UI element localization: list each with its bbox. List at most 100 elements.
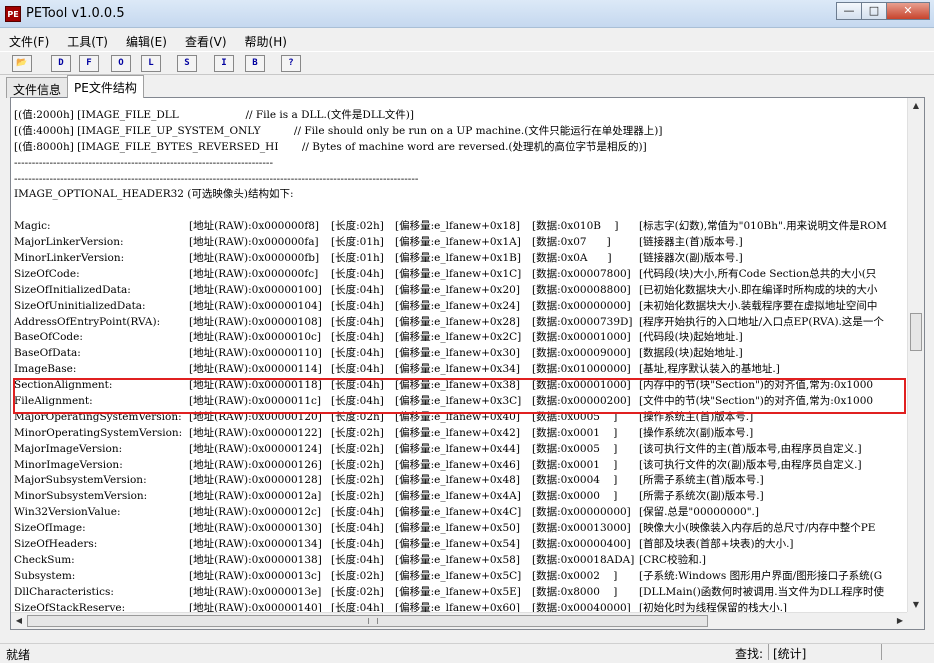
toolbar-o-button[interactable]: O bbox=[111, 55, 131, 72]
pe-structure-viewer[interactable]: [(值:2000h] [IMAGE_FILE_DLL // File is a … bbox=[10, 97, 925, 630]
field-row[interactable]: MajorSubsystemVersion: [地址(RAW):0x0000012… bbox=[14, 473, 906, 489]
field-row[interactable]: MinorOperatingSystemVersion: [地址(RAW):0x0… bbox=[14, 426, 906, 442]
menu-edit[interactable]: 编辑(E) bbox=[117, 30, 176, 50]
raw-address: [地址(RAW):0x0000012c] bbox=[189, 506, 322, 519]
field-row[interactable]: MinorLinkerVersion: [地址(RAW):0x000000fb] [… bbox=[14, 251, 906, 267]
horizontal-scrollbar[interactable]: ◀ ▶ bbox=[11, 612, 908, 629]
scroll-down-arrow-icon[interactable]: ▼ bbox=[908, 597, 924, 613]
field-description: [子系统:Windows 图形用户界面/图形接口子系统(G bbox=[639, 569, 883, 582]
field-row[interactable]: DllCharacteristics: [地址(RAW):0x0000013e] [… bbox=[14, 585, 906, 601]
field-row[interactable]: MajorImageVersion: [地址(RAW):0x00000124] [长… bbox=[14, 442, 906, 458]
field-row[interactable]: BaseOfData: [地址(RAW):0x00000110] [长度:04h] [… bbox=[14, 346, 906, 362]
field-row[interactable]: MajorLinkerVersion: [地址(RAW):0x000000fa] [… bbox=[14, 235, 906, 251]
search-status-value: [统计] bbox=[773, 647, 807, 661]
minimize-button[interactable]: — bbox=[836, 2, 862, 20]
raw-address: [地址(RAW):0x00000120] bbox=[189, 410, 322, 423]
vertical-scroll-thumb[interactable] bbox=[910, 313, 922, 351]
text-line: IMAGE_OPTIONAL_HEADER32 (可选映像头)结构如下: bbox=[14, 188, 294, 201]
toolbar: 📂 D F O L S I B ? bbox=[0, 51, 934, 75]
field-value: [数据:0x8000 ] bbox=[532, 585, 618, 598]
field-row[interactable]: MinorSubsystemVersion: [地址(RAW):0x0000012… bbox=[14, 489, 906, 505]
field-description: [保留.总是"00000000".] bbox=[639, 506, 759, 519]
field-value: [数据:0x01000000] bbox=[532, 363, 631, 376]
field-name: MinorLinkerVersion: bbox=[14, 252, 125, 265]
text-line: [(值:8000h] [IMAGE_FILE_BYTES_REVERSED_HI… bbox=[14, 140, 647, 153]
open-folder-icon[interactable]: 📂 bbox=[12, 55, 32, 72]
close-button[interactable]: ✕ bbox=[886, 2, 930, 20]
field-value: [数据:0x0005 ] bbox=[532, 442, 618, 455]
menu-help[interactable]: 帮助(H) bbox=[236, 30, 296, 50]
field-row[interactable]: FileAlignment: [地址(RAW):0x0000011c] [长度:04… bbox=[14, 394, 906, 410]
vertical-scrollbar[interactable]: ▲ ▼ bbox=[907, 98, 924, 613]
raw-address: [地址(RAW):0x0000011c] bbox=[189, 395, 322, 408]
field-value: [数据:0x0001 ] bbox=[532, 458, 618, 471]
menu-view[interactable]: 查看(V) bbox=[176, 30, 236, 50]
field-offset: [偏移量:e_lfanew+0x28] bbox=[395, 315, 520, 328]
field-offset: [偏移量:e_lfanew+0x44] bbox=[395, 442, 520, 455]
field-length: [长度:04h] bbox=[331, 506, 384, 519]
toolbar-s-button[interactable]: S bbox=[177, 55, 197, 72]
toolbar-d-button[interactable]: D bbox=[51, 55, 71, 72]
field-row[interactable]: Magic: [地址(RAW):0x000000f8] [长度:02h] [偏移量:e… bbox=[14, 219, 906, 235]
toolbar-l-button[interactable]: L bbox=[141, 55, 161, 72]
scroll-left-arrow-icon[interactable]: ◀ bbox=[11, 613, 27, 629]
toolbar-f-button[interactable]: F bbox=[79, 55, 99, 72]
field-offset: [偏移量:e_lfanew+0x24] bbox=[395, 299, 520, 312]
field-name: Magic: bbox=[14, 220, 51, 233]
field-row[interactable]: SizeOfInitializedData: [地址(RAW):0x0000010… bbox=[14, 283, 906, 299]
field-offset: [偏移量:e_lfanew+0x3C] bbox=[395, 395, 522, 408]
raw-address: [地址(RAW):0x0000013e] bbox=[189, 585, 322, 598]
tab-file-info[interactable]: 文件信息 bbox=[6, 77, 69, 98]
field-row[interactable]: SectionAlignment: [地址(RAW):0x00000118] [长度… bbox=[14, 378, 906, 394]
tab-pe-structure[interactable]: PE文件结构 bbox=[67, 75, 144, 98]
field-row[interactable]: BaseOfCode: [地址(RAW):0x0000010c] [长度:04h] [… bbox=[14, 330, 906, 346]
horizontal-scroll-thumb[interactable] bbox=[27, 615, 708, 627]
field-row[interactable]: SizeOfUninitializedData: [地址(RAW):0x00000… bbox=[14, 299, 906, 315]
help-button[interactable]: ? bbox=[281, 55, 301, 72]
scrollbar-corner bbox=[907, 612, 924, 629]
field-name: BaseOfCode: bbox=[14, 331, 83, 344]
field-row[interactable]: SizeOfHeaders: [地址(RAW):0x00000134] [长度:04… bbox=[14, 537, 906, 553]
field-length: [长度:04h] bbox=[331, 395, 384, 408]
field-name: SizeOfInitializedData: bbox=[14, 283, 131, 296]
field-length: [长度:02h] bbox=[331, 490, 384, 503]
field-name: SizeOfUninitializedData: bbox=[14, 299, 146, 312]
field-row[interactable]: Subsystem: [地址(RAW):0x0000013c] [长度:02h] [偏… bbox=[14, 569, 906, 585]
menu-file[interactable]: 文件(F) bbox=[0, 30, 58, 50]
field-description: [代码段(块)大小,所有Code Section总共的大小(只 bbox=[639, 267, 877, 280]
field-row[interactable]: SizeOfCode: [地址(RAW):0x000000fc] [长度:04h] [… bbox=[14, 267, 906, 283]
pe-structure-text: [(值:2000h] [IMAGE_FILE_DLL // File is a … bbox=[14, 108, 906, 616]
field-row[interactable]: SizeOfImage: [地址(RAW):0x00000130] [长度:04h]… bbox=[14, 521, 906, 537]
field-offset: [偏移量:e_lfanew+0x2C] bbox=[395, 331, 522, 344]
toolbar-i-button[interactable]: I bbox=[214, 55, 234, 72]
maximize-button[interactable]: □ bbox=[861, 2, 887, 20]
menu-tools[interactable]: 工具(T) bbox=[58, 30, 117, 50]
field-length: [长度:02h] bbox=[331, 474, 384, 487]
scroll-up-arrow-icon[interactable]: ▲ bbox=[908, 98, 924, 114]
field-description: [操作系统次(副)版本号.] bbox=[639, 426, 754, 439]
field-description: [标志字(幻数),常值为"010Bh".用来说明文件是ROM bbox=[639, 220, 887, 233]
field-description: [所需子系统次(副)版本号.] bbox=[639, 490, 764, 503]
field-length: [长度:04h] bbox=[331, 522, 384, 535]
field-description: [基址,程序默认装入的基地址.] bbox=[639, 363, 780, 376]
field-length: [长度:02h] bbox=[331, 220, 384, 233]
field-description: [CRC校验和.] bbox=[639, 553, 707, 566]
field-row[interactable]: MajorOperatingSystemVersion: [地址(RAW):0x0… bbox=[14, 410, 906, 426]
field-value: [数据:0x00007800] bbox=[532, 267, 631, 280]
field-row[interactable]: MinorImageVersion: [地址(RAW):0x00000126] [长… bbox=[14, 458, 906, 474]
field-length: [长度:04h] bbox=[331, 299, 384, 312]
field-name: SectionAlignment: bbox=[14, 379, 113, 392]
field-description: [该可执行文件的次(副)版本号,由程序员自定义.] bbox=[639, 458, 862, 471]
toolbar-b-button[interactable]: B bbox=[245, 55, 265, 72]
raw-address: [地址(RAW):0x000000fa] bbox=[189, 236, 319, 249]
field-name: CheckSum: bbox=[14, 553, 75, 566]
field-row[interactable]: ImageBase: [地址(RAW):0x00000114] [长度:04h] [偏… bbox=[14, 362, 906, 378]
field-row[interactable]: AddressOfEntryPoint(RVA): [地址(RAW):0x0000… bbox=[14, 315, 906, 331]
field-value: [数据:0x0004 ] bbox=[532, 474, 618, 487]
field-row[interactable]: Win32VersionValue: [地址(RAW):0x0000012c] [长… bbox=[14, 505, 906, 521]
field-description: [操作系统主(首)版本号.] bbox=[639, 410, 754, 423]
scroll-right-arrow-icon[interactable]: ▶ bbox=[892, 613, 908, 629]
field-length: [长度:02h] bbox=[331, 458, 384, 471]
field-length: [长度:04h] bbox=[331, 315, 384, 328]
field-row[interactable]: CheckSum: [地址(RAW):0x00000138] [长度:04h] [偏移… bbox=[14, 553, 906, 569]
